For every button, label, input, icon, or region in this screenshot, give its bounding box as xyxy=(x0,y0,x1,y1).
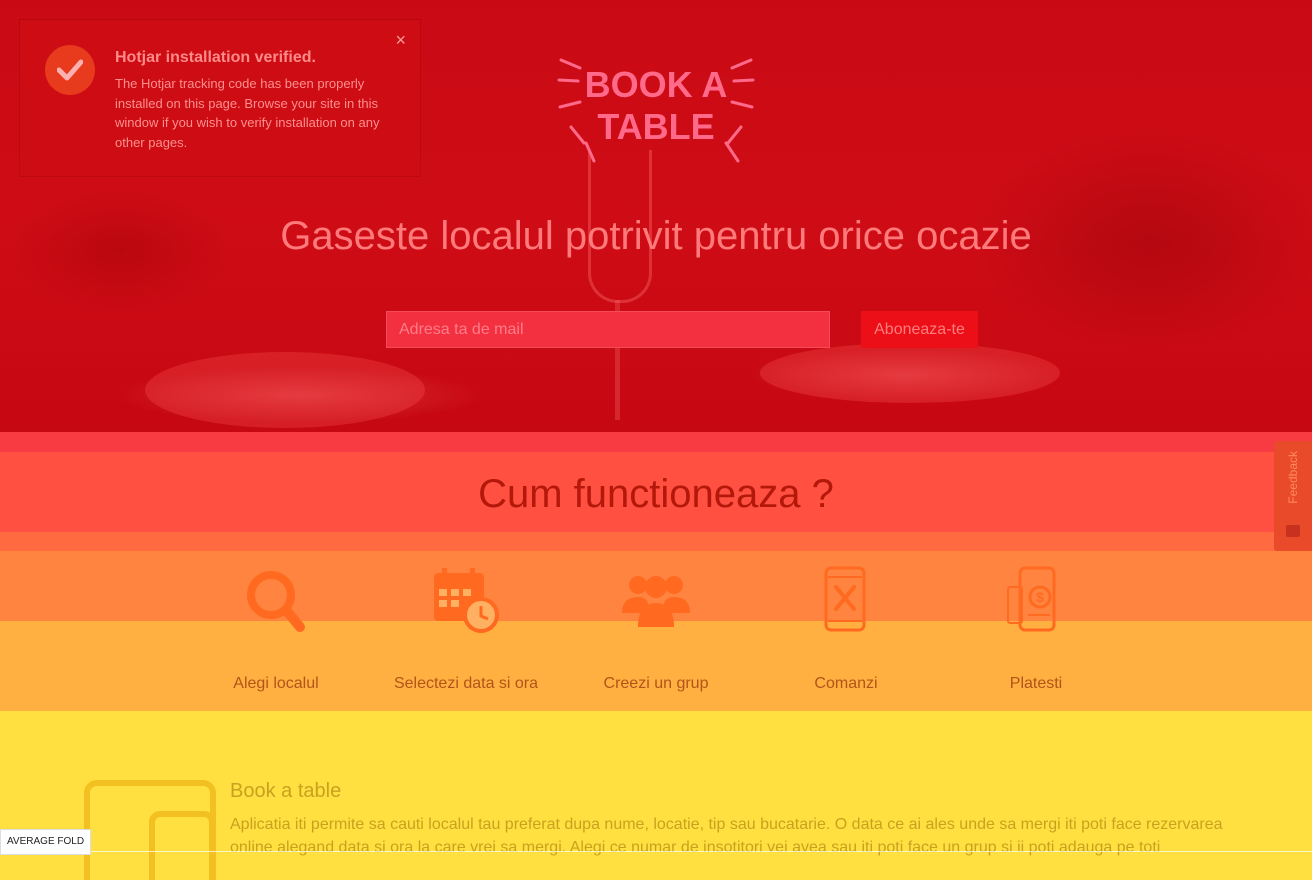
logo-line-1: BOOK A xyxy=(585,64,728,105)
logo-line-2: TABLE xyxy=(597,106,714,147)
calendar-clock-icon xyxy=(426,565,506,635)
heatmap-band xyxy=(0,432,1312,452)
step-label: Selectezi data si ora xyxy=(393,675,539,692)
toast-title: Hotjar installation verified. xyxy=(115,49,316,66)
plate-shape xyxy=(760,343,1060,403)
hero-headline: Gaseste localul potrivit pentru orice oc… xyxy=(280,214,1032,258)
feedback-label: Feedback xyxy=(1286,451,1300,504)
step-platesti: $ Platesti xyxy=(941,565,1131,693)
hotjar-toast: Hotjar installation verified. The Hotjar… xyxy=(20,20,420,176)
average-fold-label: AVERAGE FOLD xyxy=(0,829,92,855)
group-icon xyxy=(616,565,696,635)
step-creezi-grup: Creezi un grup xyxy=(561,565,751,693)
book-a-table-title: Book a table xyxy=(230,780,342,802)
feedback-icon xyxy=(1286,525,1300,537)
svg-text:$: $ xyxy=(1036,589,1044,605)
phone-payment-icon: $ xyxy=(996,565,1076,635)
average-fold-line xyxy=(0,851,1312,852)
step-alegi-localul: Alegi localul xyxy=(181,565,371,693)
heatmap-band xyxy=(0,532,1312,551)
feedback-tab[interactable]: Feedback xyxy=(1274,441,1312,551)
step-label: Alegi localul xyxy=(233,675,319,692)
step-label: Creezi un grup xyxy=(603,675,709,692)
step-label: Platesti xyxy=(1009,675,1063,692)
check-icon xyxy=(45,45,95,95)
close-icon[interactable]: × xyxy=(395,30,406,51)
toast-body: The Hotjar tracking code has been proper… xyxy=(115,76,380,150)
email-input[interactable] xyxy=(386,311,830,348)
step-comanzi: Comanzi xyxy=(751,565,941,693)
search-icon xyxy=(236,565,316,635)
book-a-table-logo[interactable]: BOOK A TABLE xyxy=(556,55,756,167)
subscribe-button[interactable]: Aboneaza-te xyxy=(861,311,978,348)
step-label: Comanzi xyxy=(814,675,878,692)
phone-menu-icon xyxy=(806,565,886,635)
tablet-icon xyxy=(84,780,216,880)
plate-shape xyxy=(145,352,425,428)
book-a-table-text: Aplicatia iti permite sa cauti localul t… xyxy=(230,816,1223,856)
how-it-works-title: Cum functioneaza ? xyxy=(478,472,834,516)
step-selectezi-data: Selectezi data si ora xyxy=(371,565,561,693)
